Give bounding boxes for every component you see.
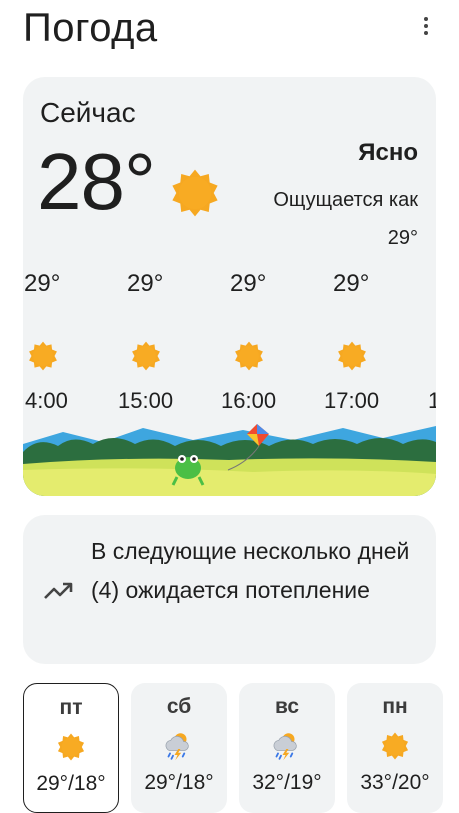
sun-icon	[233, 340, 265, 372]
day-name: сб	[166, 695, 192, 718]
hourly-time: 1	[428, 388, 436, 413]
feels-like-value: 29°	[387, 227, 418, 249]
feels-like: Ощущается как 29°	[228, 181, 418, 257]
sun-icon	[169, 167, 221, 219]
day-card-fri[interactable]: пт 29°/18°	[23, 683, 119, 813]
hourly-temp: 29°	[333, 270, 370, 297]
day-name: пн	[382, 695, 408, 718]
thunderstorm-icon	[272, 731, 302, 761]
feels-like-label: Ощущается как	[273, 189, 418, 211]
day-temp-range: 32°/19°	[252, 771, 322, 794]
day-name: пт	[59, 696, 83, 719]
sun-icon	[27, 340, 59, 372]
landscape-illustration	[23, 422, 436, 496]
hourly-time: 17:00	[324, 388, 380, 413]
hourly-time: 16:00	[221, 388, 277, 413]
day-temp-range: 33°/20°	[360, 771, 430, 794]
day-temp-range: 29°/18°	[144, 771, 214, 794]
hourly-time: 4:00	[25, 388, 68, 413]
more-vert-icon[interactable]	[414, 12, 438, 40]
hourly-temp: 29°	[127, 270, 164, 297]
current-weather-card[interactable]: Сейчас 28° Ясно Ощущается как 29° 29° 29…	[23, 77, 436, 496]
page-title: Погода	[23, 6, 158, 50]
day-temp-range: 29°/18°	[36, 772, 106, 795]
hourly-time: 15:00	[118, 388, 174, 413]
day-name: вс	[274, 695, 300, 718]
day-card-sat[interactable]: сб 29°/18°	[131, 683, 227, 813]
trending-up-icon	[44, 582, 73, 599]
sun-icon	[130, 340, 162, 372]
day-card-sun[interactable]: вс 32°/19°	[239, 683, 335, 813]
sun-icon	[56, 732, 86, 762]
hourly-temp: 29°	[24, 270, 61, 297]
thunderstorm-icon	[164, 731, 194, 761]
day-card-mon[interactable]: пн 33°/20°	[347, 683, 443, 813]
trend-card[interactable]: В следующие несколько дней (4) ожидается…	[23, 515, 436, 664]
sun-icon	[336, 340, 368, 372]
current-temperature: 28°	[37, 137, 156, 226]
condition-label: Ясно	[358, 139, 418, 166]
sun-icon	[380, 731, 410, 761]
now-label: Сейчас	[40, 97, 136, 128]
trend-text: В следующие несколько дней (4) ожидается…	[91, 538, 410, 603]
hourly-temp: 29°	[230, 270, 267, 297]
